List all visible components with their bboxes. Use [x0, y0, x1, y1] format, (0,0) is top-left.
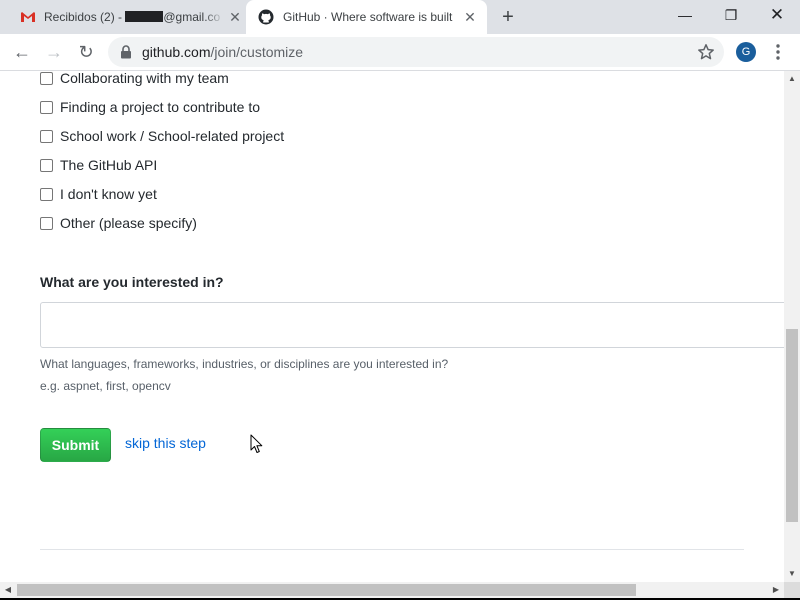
option-label: Other (please specify) [60, 215, 197, 231]
tab-gmail-title: Recibidos (2) - @gmail.com [44, 10, 220, 24]
address-bar[interactable]: github.com/join/customize [108, 37, 724, 67]
url-domain: github.com [142, 44, 211, 60]
scroll-right-arrow-icon[interactable]: ▶ [768, 582, 784, 598]
option-label: Finding a project to contribute to [60, 99, 261, 115]
reload-icon[interactable]: ↻ [74, 40, 98, 64]
bookmark-star-icon[interactable] [697, 43, 715, 61]
footer-divider [40, 549, 744, 550]
interests-example-text: e.g. aspnet, first, opencv [40, 379, 171, 393]
tab-github-title: GitHub · Where software is built [283, 10, 453, 24]
github-icon [258, 9, 274, 25]
scroll-down-arrow-icon[interactable]: ▼ [784, 566, 800, 582]
horizontal-scrollbar[interactable]: ◀ ▶ [0, 582, 784, 598]
redacted-email-block [125, 11, 164, 22]
interests-heading: What are you interested in? [40, 274, 224, 290]
option-label: Collaborating with my team [60, 71, 229, 86]
option-label: School work / School-related project [60, 128, 285, 144]
forward-arrow-icon[interactable]: → [42, 40, 66, 64]
back-arrow-icon[interactable]: ← [10, 40, 34, 64]
option-label: I don't know yet [60, 186, 157, 202]
restore-button[interactable]: ❐ [708, 0, 754, 32]
url-text[interactable]: github.com/join/customize [142, 44, 303, 60]
checkbox[interactable] [40, 159, 53, 172]
checkbox[interactable] [40, 72, 53, 85]
minimize-button[interactable]: — [662, 0, 708, 32]
interests-input[interactable] [40, 302, 784, 348]
mouse-cursor-icon [250, 434, 263, 453]
option-label: The GitHub API [60, 157, 158, 173]
checkbox[interactable] [40, 188, 53, 201]
vertical-scroll-thumb[interactable] [786, 329, 798, 522]
checkbox[interactable] [40, 130, 53, 143]
close-window-button[interactable]: ✕ [754, 0, 800, 32]
checkbox[interactable] [40, 217, 53, 230]
lock-icon[interactable] [120, 45, 132, 59]
tab-close-icon[interactable]: ✕ [463, 10, 477, 24]
tab-github[interactable]: GitHub · Where software is built ✕ [246, 0, 487, 34]
tab-close-icon[interactable]: ✕ [228, 10, 242, 24]
interests-help-text: What languages, frameworks, industries, … [40, 357, 449, 371]
profile-avatar[interactable]: G [736, 42, 756, 62]
submit-button[interactable]: Submit [40, 428, 111, 462]
vertical-scrollbar[interactable]: ▲ ▼ [784, 71, 800, 582]
scroll-up-arrow-icon[interactable]: ▲ [784, 71, 800, 87]
browser-toolbar: ← → ↻ github.com/join/customize G [0, 34, 800, 71]
horizontal-scroll-thumb[interactable] [17, 584, 636, 596]
checkbox[interactable] [40, 101, 53, 114]
url-path: /join/customize [210, 44, 304, 60]
skip-step-link[interactable]: skip this step [125, 435, 206, 451]
kebab-menu-icon[interactable] [770, 42, 786, 62]
scroll-left-arrow-icon[interactable]: ◀ [0, 582, 16, 598]
tab-title-fade [204, 6, 224, 28]
scrollbar-corner [784, 582, 800, 598]
page-viewport: Collaborating with my team Finding a pro… [0, 71, 784, 582]
new-tab-button[interactable]: + [498, 7, 518, 27]
gmail-icon [21, 12, 35, 22]
tab-strip: Recibidos (2) - @gmail.com ✕ GitHub · Wh… [0, 0, 800, 34]
tab-gmail[interactable]: Recibidos (2) - @gmail.com ✕ [8, 0, 246, 34]
